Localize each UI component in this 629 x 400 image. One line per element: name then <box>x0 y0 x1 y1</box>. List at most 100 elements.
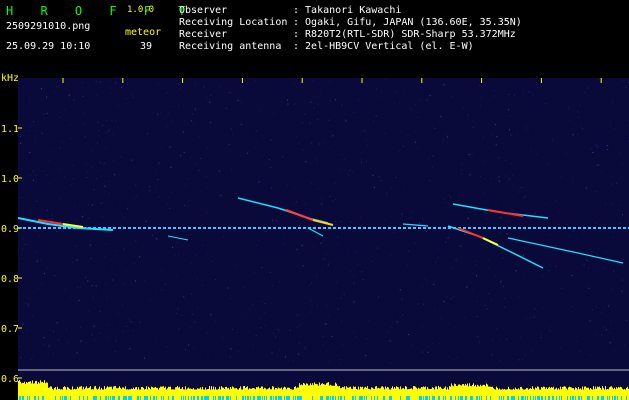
level-bar <box>180 389 181 400</box>
noise-pixel <box>49 183 51 185</box>
noise-pixel <box>87 280 89 282</box>
noise-pixel <box>201 284 203 286</box>
noise-pixel <box>476 316 478 317</box>
level-bar <box>97 389 98 400</box>
noise-pixel <box>35 181 37 183</box>
noise-pixel <box>547 163 549 165</box>
level-bar <box>171 389 172 400</box>
level-bar <box>274 389 275 400</box>
noise-pixel <box>328 262 330 264</box>
level-bar <box>76 389 77 400</box>
noise-pixel <box>91 285 93 287</box>
level-bar-base <box>236 396 237 400</box>
noise-pixel <box>131 94 133 96</box>
noise-pixel <box>231 328 233 330</box>
level-bar <box>469 383 470 400</box>
noise-pixel <box>114 351 116 353</box>
noise-pixel <box>607 149 609 150</box>
noise-pixel <box>422 351 424 353</box>
level-bar-base <box>254 396 255 400</box>
level-bar-base <box>360 396 361 400</box>
noise-pixel <box>167 204 169 206</box>
noise-pixel <box>551 330 553 332</box>
noise-pixel <box>230 128 232 130</box>
receiver-value: : R820T2(RTL-SDR) SDR-Sharp 53.372MHz <box>293 29 516 40</box>
noise-pixel <box>133 197 135 199</box>
noise-pixel <box>35 231 37 232</box>
noise-pixel <box>89 244 91 246</box>
noise-pixel <box>185 185 187 187</box>
noise-pixel <box>558 224 560 226</box>
level-bar <box>358 386 359 400</box>
noise-pixel <box>82 96 84 97</box>
level-bar <box>627 386 628 400</box>
level-bar-base <box>371 396 372 400</box>
noise-pixel <box>530 149 532 151</box>
level-bar <box>157 387 158 400</box>
level-bar <box>498 389 499 400</box>
level-bar-base <box>361 396 362 400</box>
level-bar <box>444 387 445 400</box>
noise-pixel <box>341 104 343 106</box>
noise-pixel <box>261 267 263 268</box>
noise-pixel <box>402 145 404 147</box>
noise-pixel <box>365 355 367 356</box>
noise-pixel <box>353 275 354 277</box>
level-bar-base <box>87 396 88 400</box>
noise-pixel <box>107 324 109 326</box>
noise-pixel <box>313 245 314 247</box>
level-bar <box>68 387 69 400</box>
level-bar-base <box>420 396 421 400</box>
noise-pixel <box>180 155 182 157</box>
level-bar <box>515 387 516 400</box>
level-bar <box>80 386 81 400</box>
noise-pixel <box>528 91 530 93</box>
noise-pixel <box>149 190 151 192</box>
noise-pixel <box>452 359 454 361</box>
level-bar-base <box>461 396 462 400</box>
level-bar-base <box>258 396 259 400</box>
noise-pixel <box>109 128 111 130</box>
noise-pixel <box>80 287 82 289</box>
level-bar-base <box>145 396 146 400</box>
noise-pixel <box>495 205 497 207</box>
level-bar <box>109 386 110 400</box>
level-bar <box>246 387 247 400</box>
level-bar-base <box>409 396 410 400</box>
noise-pixel <box>148 186 150 188</box>
level-bar <box>238 389 239 400</box>
noise-pixel <box>215 279 217 281</box>
level-bar-base <box>247 396 248 400</box>
noise-pixel <box>110 87 112 89</box>
level-bar <box>436 386 437 400</box>
noise-pixel <box>352 230 354 232</box>
level-bar <box>189 388 190 400</box>
noise-pixel <box>375 115 377 117</box>
noise-pixel <box>91 204 93 206</box>
noise-pixel <box>120 78 122 80</box>
level-bar <box>562 386 563 400</box>
noise-pixel <box>334 182 336 184</box>
noise-pixel <box>304 348 306 350</box>
level-bar-base <box>322 396 323 400</box>
noise-pixel <box>508 109 510 111</box>
noise-pixel <box>506 116 508 118</box>
level-bar <box>143 387 144 400</box>
noise-pixel <box>60 117 61 118</box>
noise-pixel <box>195 254 197 256</box>
noise-pixel <box>411 345 413 347</box>
level-bar <box>417 389 418 400</box>
noise-pixel <box>589 320 591 322</box>
noise-pixel <box>569 119 571 121</box>
noise-pixel <box>287 99 288 101</box>
noise-pixel <box>284 243 286 245</box>
noise-pixel <box>169 146 171 148</box>
level-bar <box>46 382 47 400</box>
noise-pixel <box>451 267 453 269</box>
noise-pixel <box>76 286 78 288</box>
noise-pixel <box>28 304 29 306</box>
noise-pixel <box>152 111 154 113</box>
noise-pixel <box>271 352 273 354</box>
noise-pixel <box>503 306 505 308</box>
noise-pixel <box>22 323 24 325</box>
